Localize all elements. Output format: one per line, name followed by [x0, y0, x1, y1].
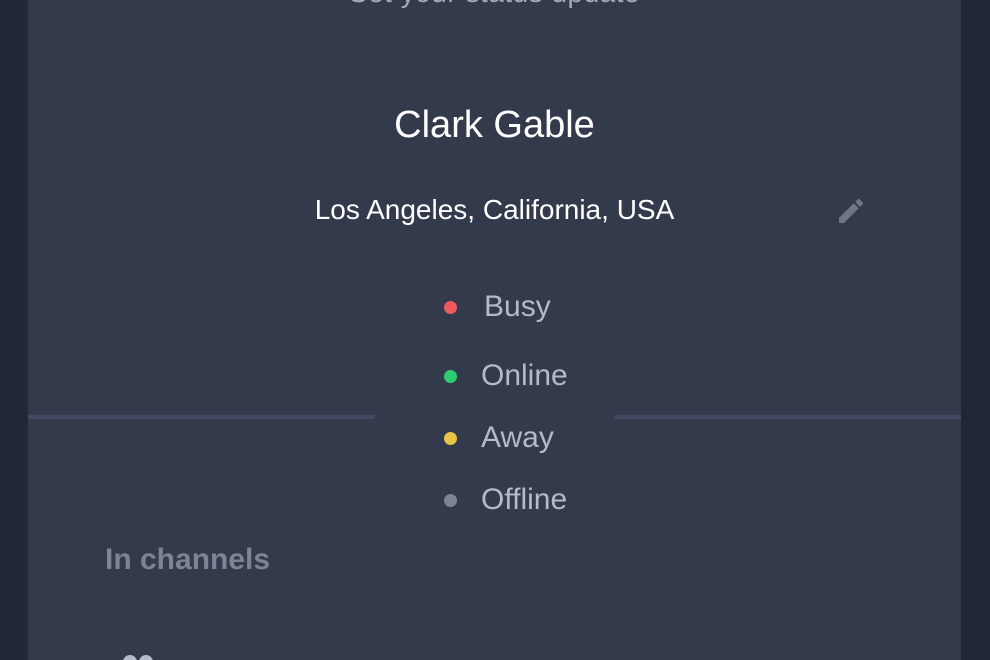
status-update-text: Set your status update	[28, 0, 961, 8]
profile-panel: Set your status update Clark Gable Los A…	[28, 0, 961, 660]
edit-location-button[interactable]	[834, 194, 868, 228]
status-option-away[interactable]: Away	[444, 421, 554, 455]
busy-status-dot	[444, 300, 457, 314]
channel-users-icon	[123, 655, 153, 660]
status-label-offline: Offline	[481, 483, 568, 516]
offline-status-dot	[444, 493, 457, 507]
profile-name: Clark Gable	[394, 104, 595, 146]
pencil-icon	[839, 198, 864, 223]
section-divider-right	[614, 415, 961, 419]
in-channels-heading: In channels	[105, 543, 271, 576]
status-option-offline[interactable]: Offline	[444, 483, 567, 517]
status-label-away: Away	[481, 421, 554, 454]
online-status-dot	[444, 369, 457, 383]
status-label-busy: Busy	[484, 290, 551, 323]
section-divider-left	[28, 415, 375, 419]
status-option-online[interactable]: Online	[444, 359, 568, 393]
profile-location: Los Angeles, California, USA	[314, 194, 675, 225]
status-label-online: Online	[481, 359, 568, 392]
status-option-busy[interactable]: Busy	[444, 290, 551, 324]
away-status-dot	[444, 431, 457, 445]
